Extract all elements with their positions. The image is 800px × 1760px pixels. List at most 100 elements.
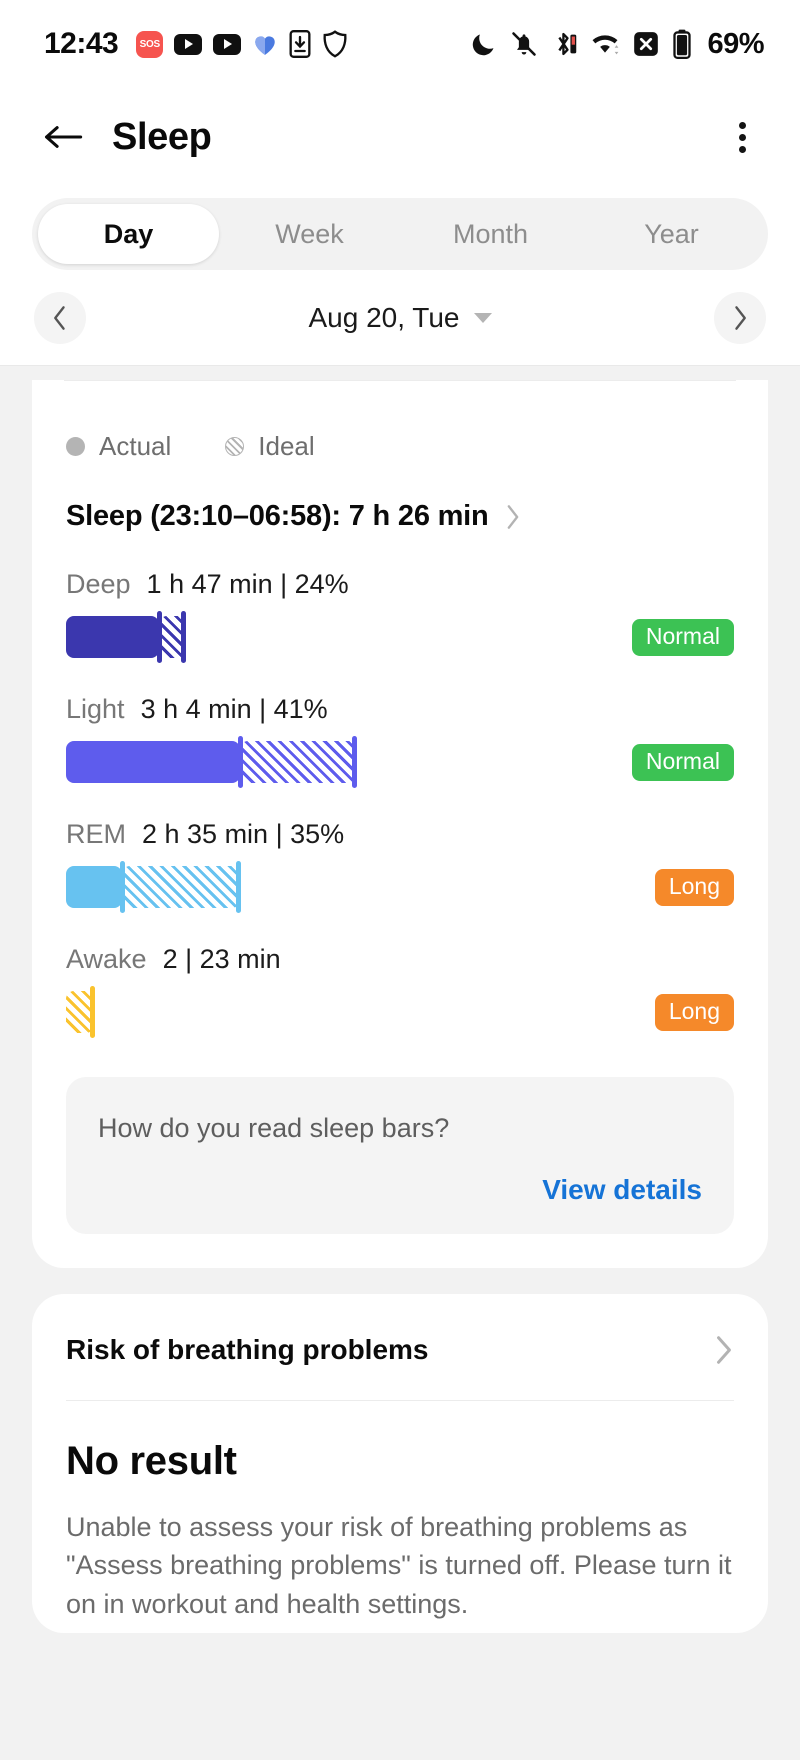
bluetooth-battery-icon [551, 30, 577, 58]
legend-label-actual: Actual [99, 431, 172, 461]
stage-header-awake: Awake 2 | 23 min [66, 944, 734, 975]
period-tabs-container: Day Week Month Year [0, 160, 800, 270]
legend-item-actual: Actual [66, 431, 171, 462]
period-tabs: Day Week Month Year [32, 198, 768, 270]
status-badge-deep: Normal [631, 618, 734, 656]
bar-tick-start [120, 861, 125, 913]
status-badge-light: Normal [631, 743, 734, 781]
sleep-stages-card: Actual Ideal Sleep (23:10–06:58): 7 h 26… [32, 380, 768, 1268]
bar-tick-start [238, 736, 243, 788]
tab-year[interactable]: Year [581, 204, 762, 264]
breathing-risk-card: Risk of breathing problems No result Una… [32, 1294, 768, 1633]
stage-row-deep: Deep 1 h 47 min | 24% Normal [32, 533, 768, 663]
battery-icon [672, 29, 692, 59]
x-box-icon [633, 31, 659, 57]
stage-header-rem: REM 2 h 35 min | 35% [66, 819, 734, 850]
stage-name-rem: REM [66, 819, 126, 849]
chart-legend: Actual Ideal [32, 381, 768, 462]
stage-bar-row-awake: Long [66, 986, 734, 1038]
wifi-icon [590, 32, 620, 56]
tab-month[interactable]: Month [400, 204, 581, 264]
status-bar: 12:43 SOS 69% [0, 0, 800, 88]
legend-dot-actual-icon [66, 437, 85, 456]
stage-header-light: Light 3 h 4 min | 41% [66, 694, 734, 725]
more-options-button[interactable] [720, 114, 764, 160]
status-time: 12:43 [44, 27, 119, 60]
bell-off-icon [510, 31, 538, 57]
date-selector[interactable]: Aug 20, Tue [86, 302, 714, 334]
stage-value-deep: 1 h 47 min | 24% [146, 569, 349, 599]
status-badge-awake: Long [654, 993, 734, 1031]
chevron-right-icon [717, 1336, 731, 1364]
battery-percent: 69% [707, 27, 764, 60]
view-details-link[interactable]: View details [98, 1174, 702, 1206]
more-vertical-icon [738, 133, 746, 141]
bar-tick-end [236, 861, 241, 913]
breathing-result-text: No result [66, 1439, 237, 1483]
chevron-right-icon [507, 504, 518, 529]
back-button[interactable] [40, 114, 86, 160]
status-badge-rem: Long [654, 868, 734, 906]
app-bar: Sleep [0, 88, 800, 160]
current-date-label: Aug 20, Tue [308, 301, 460, 333]
bar-actual-segment [66, 866, 122, 908]
content-scroll-area[interactable]: Actual Ideal Sleep (23:10–06:58): 7 h 26… [0, 380, 800, 1633]
stage-value-rem: 2 h 35 min | 35% [142, 819, 345, 849]
stage-name-deep: Deep [66, 569, 131, 599]
sleep-summary-row[interactable]: Sleep (23:10–06:58): 7 h 26 min [32, 462, 768, 533]
status-right-icons: 69% [471, 28, 764, 61]
tab-day[interactable]: Day [38, 204, 219, 264]
stage-name-awake: Awake [66, 944, 147, 974]
arrow-left-icon [45, 126, 83, 148]
previous-day-button[interactable] [34, 291, 86, 344]
bar-actual-segment [66, 616, 159, 658]
stage-bar-row-rem: Long [66, 861, 734, 913]
legend-item-ideal: Ideal [225, 431, 315, 462]
bar-tick-end [352, 736, 357, 788]
stage-row-light: Light 3 h 4 min | 41% Normal [32, 658, 768, 788]
sleep-bars-info-box: How do you read sleep bars? View details [66, 1077, 734, 1234]
chevron-right-icon [735, 305, 746, 330]
stage-bar-row-deep: Normal [66, 611, 734, 663]
chevron-down-icon [473, 312, 492, 323]
more-vertical-icon [738, 145, 746, 153]
stage-name-light: Light [66, 694, 125, 724]
stage-header-deep: Deep 1 h 47 min | 24% [66, 569, 734, 600]
breathing-description-text: Unable to assess your risk of breathing … [66, 1512, 732, 1619]
bar-tick-end [90, 986, 95, 1038]
status-left-icons: SOS [136, 30, 348, 58]
sos-icon: SOS [136, 30, 164, 58]
bar-actual-segment [66, 741, 240, 783]
stage-value-light: 3 h 4 min | 41% [140, 694, 328, 724]
download-phone-icon [289, 30, 311, 58]
stage-bar-row-light: Normal [66, 736, 734, 788]
page-title: Sleep [112, 115, 212, 158]
bar-ideal-segment [122, 866, 240, 908]
moon-icon [471, 31, 497, 57]
date-navigation: Aug 20, Tue [0, 270, 800, 366]
stage-bar-light [66, 736, 357, 788]
sleep-summary-text: Sleep (23:10–06:58): 7 h 26 min [66, 500, 489, 532]
next-day-button[interactable] [714, 291, 766, 344]
heart-icon [252, 32, 278, 56]
stage-value-awake: 2 | 23 min [162, 944, 281, 974]
stage-bar-awake [66, 986, 95, 1038]
bar-tick-start [157, 611, 162, 663]
bar-ideal-segment [240, 741, 356, 783]
breathing-card-header[interactable]: Risk of breathing problems [32, 1294, 768, 1400]
breathing-card-title: Risk of breathing problems [66, 1334, 429, 1365]
more-vertical-icon [738, 121, 746, 129]
bar-tick-end [181, 611, 186, 663]
shield-icon [322, 30, 348, 58]
info-question-text: How do you read sleep bars? [98, 1113, 450, 1143]
tab-week[interactable]: Week [219, 204, 400, 264]
youtube-music-icon [213, 33, 242, 55]
chevron-left-icon [54, 305, 65, 330]
stage-bar-rem [66, 861, 241, 913]
legend-dot-ideal-icon [225, 437, 245, 456]
stage-row-rem: REM 2 h 35 min | 35% Long [32, 783, 768, 913]
stage-bar-deep [66, 611, 186, 663]
legend-label-ideal: Ideal [258, 431, 315, 461]
youtube-icon [174, 33, 203, 55]
stage-row-awake: Awake 2 | 23 min Long [32, 908, 768, 1038]
